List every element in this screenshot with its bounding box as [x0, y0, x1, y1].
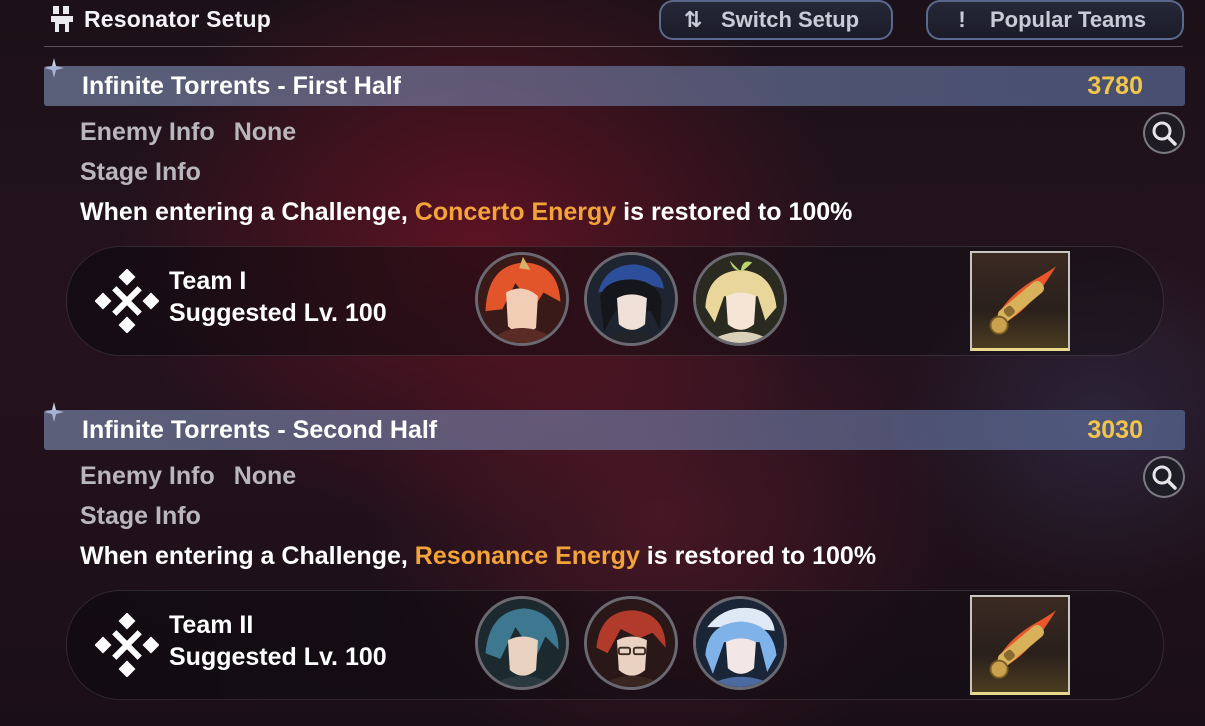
- popular-teams-label: Popular Teams: [990, 7, 1147, 32]
- resonator-avatar[interactable]: [475, 596, 569, 690]
- telescope-echo-icon: [989, 266, 1057, 335]
- team-emblem-icon: [95, 613, 159, 677]
- resonator-avatar[interactable]: [693, 596, 787, 690]
- top-bar: Resonator Setup ⇅ Switch Setup ! Popular…: [0, 0, 1205, 48]
- brand: Resonator Setup: [50, 2, 271, 36]
- challenge-score: 3030: [1087, 416, 1143, 444]
- portrait-icon: [478, 255, 566, 343]
- enemy-info-label: Enemy Info: [80, 462, 215, 490]
- team-emblem-icon: [95, 269, 159, 333]
- challenge-score: 3780: [1087, 72, 1143, 100]
- team-suggested-level: Suggested Lv. 100: [169, 299, 387, 327]
- enemy-search-button[interactable]: [1143, 456, 1185, 498]
- portrait-icon: [696, 599, 784, 687]
- enemy-info-label: Enemy Info: [80, 118, 215, 146]
- challenge-title: Infinite Torrents - Second Half: [82, 416, 438, 444]
- desc-prefix: When entering a Challenge,: [80, 542, 415, 570]
- stage-info-label: Stage Info: [80, 502, 201, 530]
- desc-prefix: When entering a Challenge,: [80, 198, 415, 226]
- resonator-avatar[interactable]: [584, 596, 678, 690]
- team-panel[interactable]: Team I Suggested Lv. 100: [66, 246, 1164, 356]
- desc-highlight: Resonance Energy: [414, 542, 640, 570]
- team-name: Team II: [169, 611, 254, 639]
- popular-teams-button[interactable]: ! Popular Teams: [926, 0, 1184, 40]
- desc-suffix: is restored to 100%: [639, 542, 877, 570]
- echo-slot[interactable]: [970, 595, 1070, 695]
- resonator-avatar[interactable]: [693, 252, 787, 346]
- switch-setup-button[interactable]: ⇅ Switch Setup: [659, 0, 893, 40]
- resonator-avatar[interactable]: [475, 252, 569, 346]
- page-title: Resonator Setup: [84, 5, 272, 32]
- enemy-info: Enemy Info None: [80, 118, 296, 147]
- exclamation-icon: !: [958, 7, 966, 32]
- enemy-info: Enemy Info None: [80, 462, 296, 491]
- team-name: Team I: [169, 267, 247, 295]
- enemy-info-value: None: [233, 462, 297, 490]
- challenge-header: Infinite Torrents - Second Half 3030: [44, 410, 1185, 450]
- stage-info-label: Stage Info: [80, 158, 201, 186]
- challenge-title: Infinite Torrents - First Half: [82, 72, 401, 100]
- switch-setup-label: Switch Setup: [721, 7, 860, 32]
- desc-suffix: is restored to 100%: [616, 198, 853, 226]
- echo-slot[interactable]: [970, 251, 1070, 351]
- portrait-icon: [696, 255, 784, 343]
- enemy-info-value: None: [233, 118, 297, 146]
- stage-description: When entering a Challenge, Resonance Ene…: [80, 542, 876, 571]
- search-icon: [1152, 121, 1177, 146]
- stage-description: When entering a Challenge, Concerto Ener…: [80, 198, 852, 227]
- team-suggested-level: Suggested Lv. 100: [169, 643, 387, 671]
- portrait-icon: [587, 599, 675, 687]
- resonator-icon: [51, 6, 73, 32]
- search-icon: [1152, 465, 1177, 490]
- header-divider: [44, 46, 1183, 47]
- swap-vertical-icon: ⇅: [683, 7, 703, 32]
- resonator-avatar[interactable]: [584, 252, 678, 346]
- challenge-header: Infinite Torrents - First Half 3780: [44, 66, 1185, 106]
- desc-highlight: Concerto Energy: [414, 198, 617, 226]
- telescope-echo-icon: [989, 610, 1057, 679]
- team-panel[interactable]: Team II Suggested Lv. 100: [66, 590, 1164, 700]
- portrait-icon: [587, 255, 675, 343]
- enemy-search-button[interactable]: [1143, 112, 1185, 154]
- portrait-icon: [478, 599, 566, 687]
